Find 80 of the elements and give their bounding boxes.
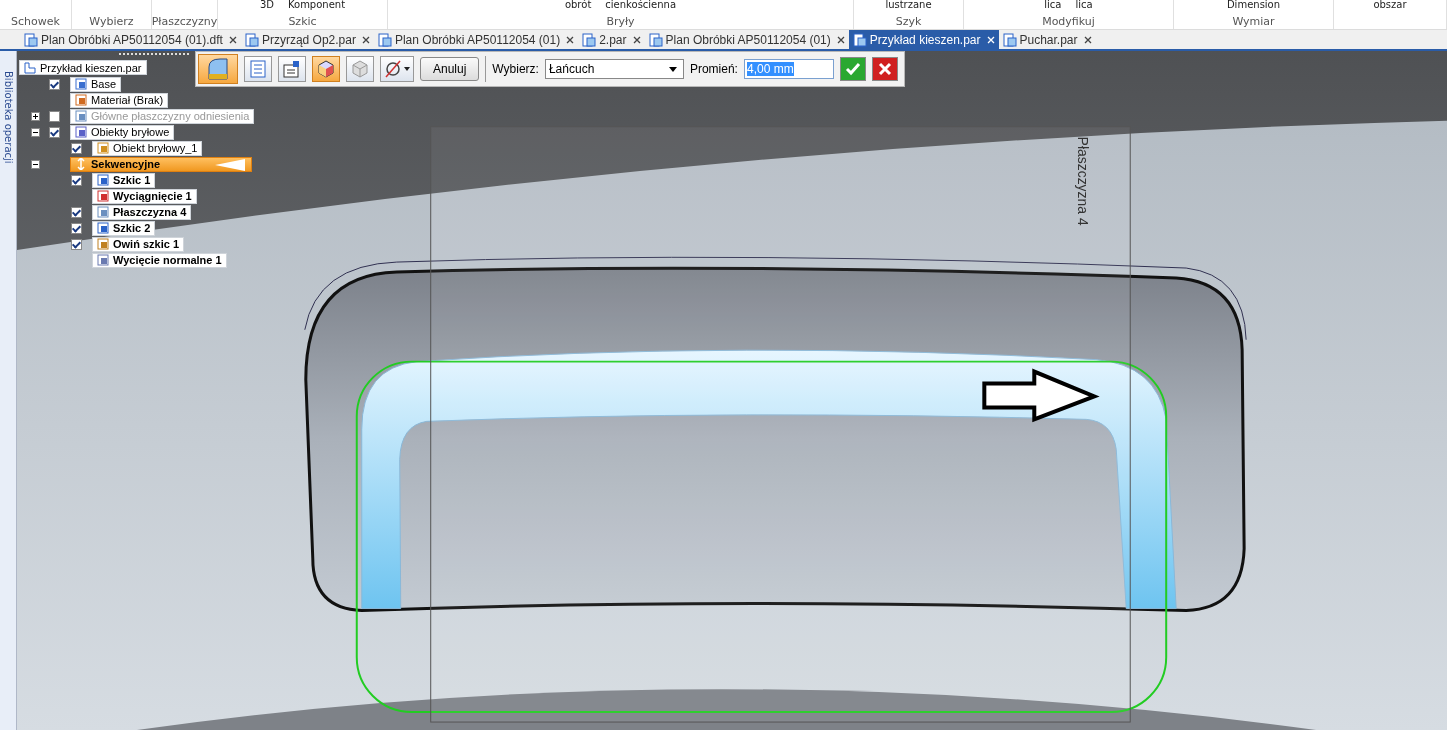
ribbon-button[interactable]: 3D bbox=[259, 0, 274, 12]
expand-toggle[interactable] bbox=[31, 159, 40, 169]
part-icon bbox=[24, 61, 36, 74]
close-icon[interactable] bbox=[228, 35, 237, 44]
document-icon bbox=[852, 32, 867, 47]
material-icon bbox=[75, 94, 87, 106]
document-tab[interactable]: Plan Obróbki AP50112054 (01) bbox=[373, 30, 579, 49]
ribbon-button[interactable]: lica bbox=[1044, 0, 1062, 12]
ribbon-button[interactable]: obszar bbox=[1373, 0, 1407, 12]
checkbox[interactable] bbox=[71, 206, 82, 218]
extrude-icon bbox=[97, 190, 109, 202]
select-label: Wybierz: bbox=[492, 62, 539, 76]
arrows-icon bbox=[75, 158, 87, 170]
plane-icon bbox=[75, 110, 87, 122]
ribbon-group-label: Szyk bbox=[895, 15, 922, 28]
radius-label: Promień: bbox=[689, 62, 738, 76]
list-icon bbox=[249, 60, 267, 78]
document-icon bbox=[582, 32, 597, 47]
plane-label: Płaszczyzna 4 bbox=[1075, 136, 1092, 226]
ribbon-group-label: Schowek bbox=[11, 15, 60, 28]
ribbon-group-label: Szkic bbox=[288, 15, 317, 28]
checkbox[interactable] bbox=[71, 174, 82, 186]
tool-button[interactable] bbox=[380, 56, 414, 82]
document-tab[interactable]: Plan Obróbki AP50112054 (01).dft bbox=[20, 30, 241, 49]
close-icon[interactable] bbox=[1083, 35, 1092, 44]
bodies-icon bbox=[75, 126, 87, 138]
ribbon-button[interactable]: lica bbox=[1075, 0, 1093, 12]
body-icon bbox=[97, 142, 109, 154]
ribbon-button[interactable]: cienkościenna bbox=[605, 0, 677, 12]
tree-item[interactable]: Przykład kieszen.par bbox=[19, 60, 147, 75]
close-icon bbox=[876, 61, 893, 77]
document-tab[interactable]: Puchar.par bbox=[998, 30, 1096, 49]
document-icon bbox=[24, 32, 38, 47]
checkbox[interactable] bbox=[71, 238, 82, 250]
checkmark-icon bbox=[844, 61, 861, 77]
close-icon[interactable] bbox=[632, 35, 641, 44]
ribbon-group-label: Wybierz bbox=[89, 15, 134, 28]
tool-button[interactable] bbox=[278, 56, 306, 82]
side-panel-label[interactable]: Biblioteka operacji bbox=[2, 51, 14, 730]
document-icon bbox=[1002, 32, 1017, 47]
ribbon-group-label: Bryły bbox=[606, 15, 635, 28]
close-icon[interactable] bbox=[566, 35, 575, 44]
options-icon bbox=[384, 60, 410, 78]
ribbon-button[interactable]: obrót bbox=[564, 0, 592, 12]
cut-icon bbox=[97, 254, 109, 266]
wrap-icon bbox=[97, 238, 109, 250]
select-dropdown[interactable]: Łańcuch bbox=[544, 59, 684, 79]
document-tab[interactable]: Przyrząd Op2.par bbox=[240, 30, 374, 49]
expand-toggle[interactable] bbox=[31, 127, 40, 137]
step-icon bbox=[206, 57, 230, 81]
close-button[interactable] bbox=[871, 57, 898, 81]
document-tab[interactable]: Plan Obróbki AP50112054 (01) bbox=[644, 30, 849, 49]
base-icon bbox=[75, 78, 87, 90]
checkbox[interactable] bbox=[71, 142, 82, 154]
document-icon bbox=[648, 32, 663, 47]
cube-icon bbox=[351, 60, 369, 78]
document-tab[interactable]: 2.par bbox=[578, 30, 645, 49]
document-icon bbox=[377, 32, 392, 47]
ribbon-button[interactable]: Dimension bbox=[1226, 0, 1281, 12]
ribbon-group-label: Modyfikuj bbox=[1042, 15, 1095, 28]
dropdown-arrow-icon bbox=[668, 66, 677, 72]
ribbon-button[interactable]: lustrzane bbox=[885, 0, 932, 12]
sketch-icon bbox=[97, 174, 109, 186]
document-tab[interactable]: Przykład kieszen.par bbox=[848, 30, 999, 49]
checkbox[interactable] bbox=[71, 222, 82, 234]
ribbon-group-label: Płaszczyzny bbox=[151, 15, 218, 28]
accept-button[interactable] bbox=[839, 57, 866, 81]
sketch-icon bbox=[97, 222, 109, 234]
checkbox[interactable] bbox=[49, 126, 60, 138]
plane-icon bbox=[97, 206, 109, 218]
pointer-icon bbox=[215, 158, 245, 171]
cube-icon bbox=[317, 60, 335, 78]
close-icon[interactable] bbox=[361, 35, 370, 44]
document-icon bbox=[244, 32, 259, 47]
cancel-button[interactable]: Anuluj bbox=[420, 57, 480, 81]
form-icon bbox=[283, 60, 301, 78]
checkbox[interactable] bbox=[49, 78, 60, 90]
ribbon-group-label: Wymiar bbox=[1232, 15, 1275, 28]
close-icon[interactable] bbox=[836, 35, 845, 44]
ribbon-button[interactable]: Komponent bbox=[287, 0, 346, 12]
